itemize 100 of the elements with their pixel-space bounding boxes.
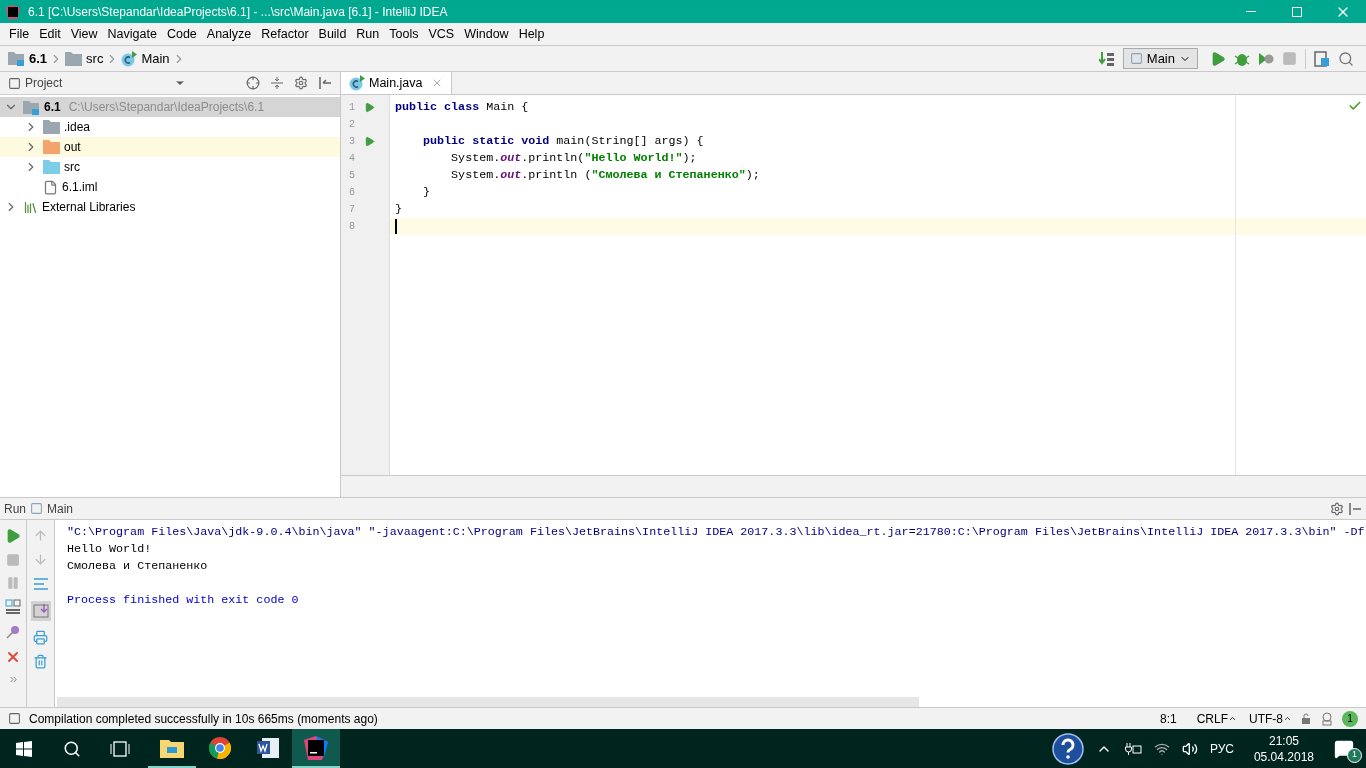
tree-item-label: .idea [64, 119, 91, 136]
hide-icon[interactable] [1348, 501, 1362, 516]
layout-icon[interactable] [5, 599, 21, 615]
folder-icon [43, 160, 60, 174]
ide-icon [304, 735, 328, 760]
breadcrumb[interactable]: 6.1 [8, 48, 48, 69]
clock[interactable]: 21:05 05.04.2018 [1253, 732, 1314, 765]
console-line: "C:\Program Files\Java\jdk-9.0.4\bin\java" "-javaagent:C:\Program Files\JetBrains\IntelliJ IDEA 2017.3.3\lib\idea_rt.jar=21780:C:\Program Files\JetBrains\IntelliJ IDEA 2017.3.3\bin" -Df [67, 523, 1365, 541]
run-marker-icon[interactable] [364, 102, 375, 113]
class-icon [121, 50, 138, 67]
rerun-icon[interactable] [5, 528, 21, 544]
menu-item[interactable]: Run [351, 24, 385, 44]
code-line: } [422, 183, 431, 201]
panel-toggle-icon[interactable] [8, 712, 21, 725]
status-message: Compilation completed successfully in 10s 665ms (moments ago) [29, 710, 378, 728]
console-line: Hello World! [67, 540, 152, 558]
line-separator[interactable]: CRLF [1196, 709, 1228, 728]
folder-icon [160, 737, 184, 758]
code-line: System.out.println("Hello World!"); [450, 149, 697, 167]
text-cursor [395, 219, 397, 234]
breadcrumb[interactable]: Main [121, 48, 170, 69]
locate-icon[interactable] [246, 76, 260, 90]
settings-icon[interactable] [294, 76, 308, 90]
lock-icon[interactable] [1300, 712, 1312, 725]
window-title: 6.1 [C:\Users\Stepandar\IdeaProjects\6.1] - ...\src\Main.java [6.1] - IntelliJ IDEA [28, 3, 448, 21]
line-number: 1 [348, 101, 355, 115]
run-tab-icon [30, 502, 43, 515]
app-icon [6, 4, 20, 19]
trash-icon[interactable] [33, 654, 48, 669]
panel-icon [8, 76, 21, 90]
close-icon[interactable] [5, 649, 21, 665]
check-icon [1348, 99, 1362, 113]
tree-item[interactable]: 6.1 C:\Users\Stepandar\IdeaProjects\6.1 [0, 97, 340, 117]
menu-item[interactable]: Help [513, 24, 550, 44]
collapse-all-icon[interactable] [270, 76, 284, 90]
tree-item[interactable]: out [0, 137, 340, 157]
horizontal-scrollbar[interactable] [57, 697, 919, 707]
power-icon[interactable] [1123, 741, 1142, 756]
tree-item[interactable]: External Libraries [0, 197, 340, 217]
caret-position[interactable]: 8:1 [1159, 709, 1177, 728]
notification-badge[interactable]: 1 [1342, 710, 1358, 727]
wrap-icon[interactable] [32, 576, 49, 592]
library-icon [23, 199, 38, 215]
line-number: 4 [348, 152, 355, 166]
folder-icon [43, 140, 60, 154]
print-icon[interactable] [33, 630, 48, 645]
tree-item-label: External Libraries [42, 199, 136, 216]
editor-tab[interactable]: Main.java [341, 72, 452, 94]
updown-icon [1283, 714, 1292, 723]
menu-item[interactable]: Build [313, 24, 352, 44]
run-config-dropdown[interactable]: Main [1122, 48, 1198, 69]
run-icon[interactable] [1210, 50, 1226, 67]
menu-item[interactable]: Edit [34, 24, 66, 44]
menu-item[interactable]: Analyze [201, 24, 257, 44]
structure-icon[interactable] [1314, 50, 1330, 67]
taskbar-app[interactable] [292, 729, 340, 768]
tree-item-path: C:\Users\Stepandar\IdeaProjects\6.1 [68, 99, 265, 116]
tree-item-label: 6.1.iml [62, 179, 98, 196]
tree-item[interactable]: 6.1.iml [0, 177, 340, 197]
folder-icon [43, 120, 60, 134]
pin-icon[interactable] [5, 624, 21, 640]
chrome-icon [209, 736, 231, 759]
run-panel-title[interactable]: Run [4, 499, 26, 518]
module-folder-icon [23, 99, 40, 115]
more-icon[interactable] [7, 674, 19, 685]
code-line: System.out.println ("Смолева и Степаненко"); [450, 166, 760, 184]
start-icon[interactable] [16, 740, 32, 757]
menu-item[interactable]: VCS [423, 24, 460, 44]
search-icon[interactable] [63, 739, 81, 758]
volume-icon[interactable] [1181, 740, 1198, 757]
scroll-to-end-icon[interactable] [30, 601, 51, 621]
help-icon[interactable] [1051, 732, 1084, 765]
menu-item[interactable]: Code [161, 24, 202, 44]
sort-icon[interactable] [1098, 50, 1115, 67]
coverage-icon[interactable] [1258, 50, 1274, 67]
task-view-icon[interactable] [110, 740, 130, 757]
panel-title[interactable]: Project [25, 74, 63, 92]
settings-icon[interactable] [1330, 501, 1344, 516]
language-indicator[interactable]: РУС [1209, 739, 1234, 758]
tree-item[interactable]: .idea [0, 117, 340, 137]
tree-item[interactable]: src [0, 157, 340, 177]
hide-icon[interactable] [318, 76, 332, 90]
menu-item[interactable]: Window [459, 24, 514, 44]
updown-icon [1228, 714, 1237, 723]
console-line: Process finished with exit code 0 [67, 591, 299, 609]
code-line: } [395, 200, 402, 218]
inspector-icon[interactable] [1320, 711, 1334, 726]
tree-item-label: 6.1 [44, 99, 61, 116]
menu-item[interactable]: Refactor [256, 24, 314, 44]
menu-item[interactable]: Navigate [102, 24, 162, 44]
menu-item[interactable]: File [4, 24, 35, 44]
tree-item-label: src [64, 159, 80, 176]
line-number: 5 [348, 169, 355, 183]
menu-item[interactable]: View [65, 24, 103, 44]
run-marker-icon[interactable] [364, 136, 375, 147]
menu-item[interactable]: Tools [384, 24, 424, 44]
breadcrumb[interactable]: src [65, 48, 104, 69]
line-number: 2 [348, 118, 355, 132]
run-tab-label[interactable]: Main [47, 499, 74, 518]
encoding[interactable]: UTF-8 [1249, 709, 1283, 728]
